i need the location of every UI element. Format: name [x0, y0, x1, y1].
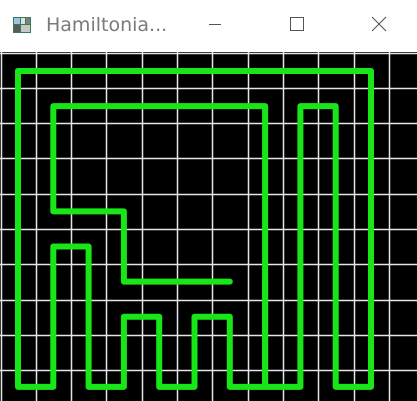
maximize-icon [289, 16, 305, 36]
minimize-icon [207, 16, 223, 36]
close-icon [371, 16, 387, 36]
close-button[interactable] [357, 4, 401, 48]
game-board[interactable] [0, 52, 417, 401]
app-grid-icon [12, 15, 32, 35]
board-canvas[interactable] [0, 52, 417, 401]
minimize-button[interactable] [193, 4, 237, 48]
window-title: Hamiltonia... [46, 14, 168, 36]
maximize-button[interactable] [275, 4, 319, 48]
title-bar[interactable]: Hamiltonia... [0, 0, 417, 52]
app-window: Hamiltonia... [0, 0, 417, 401]
